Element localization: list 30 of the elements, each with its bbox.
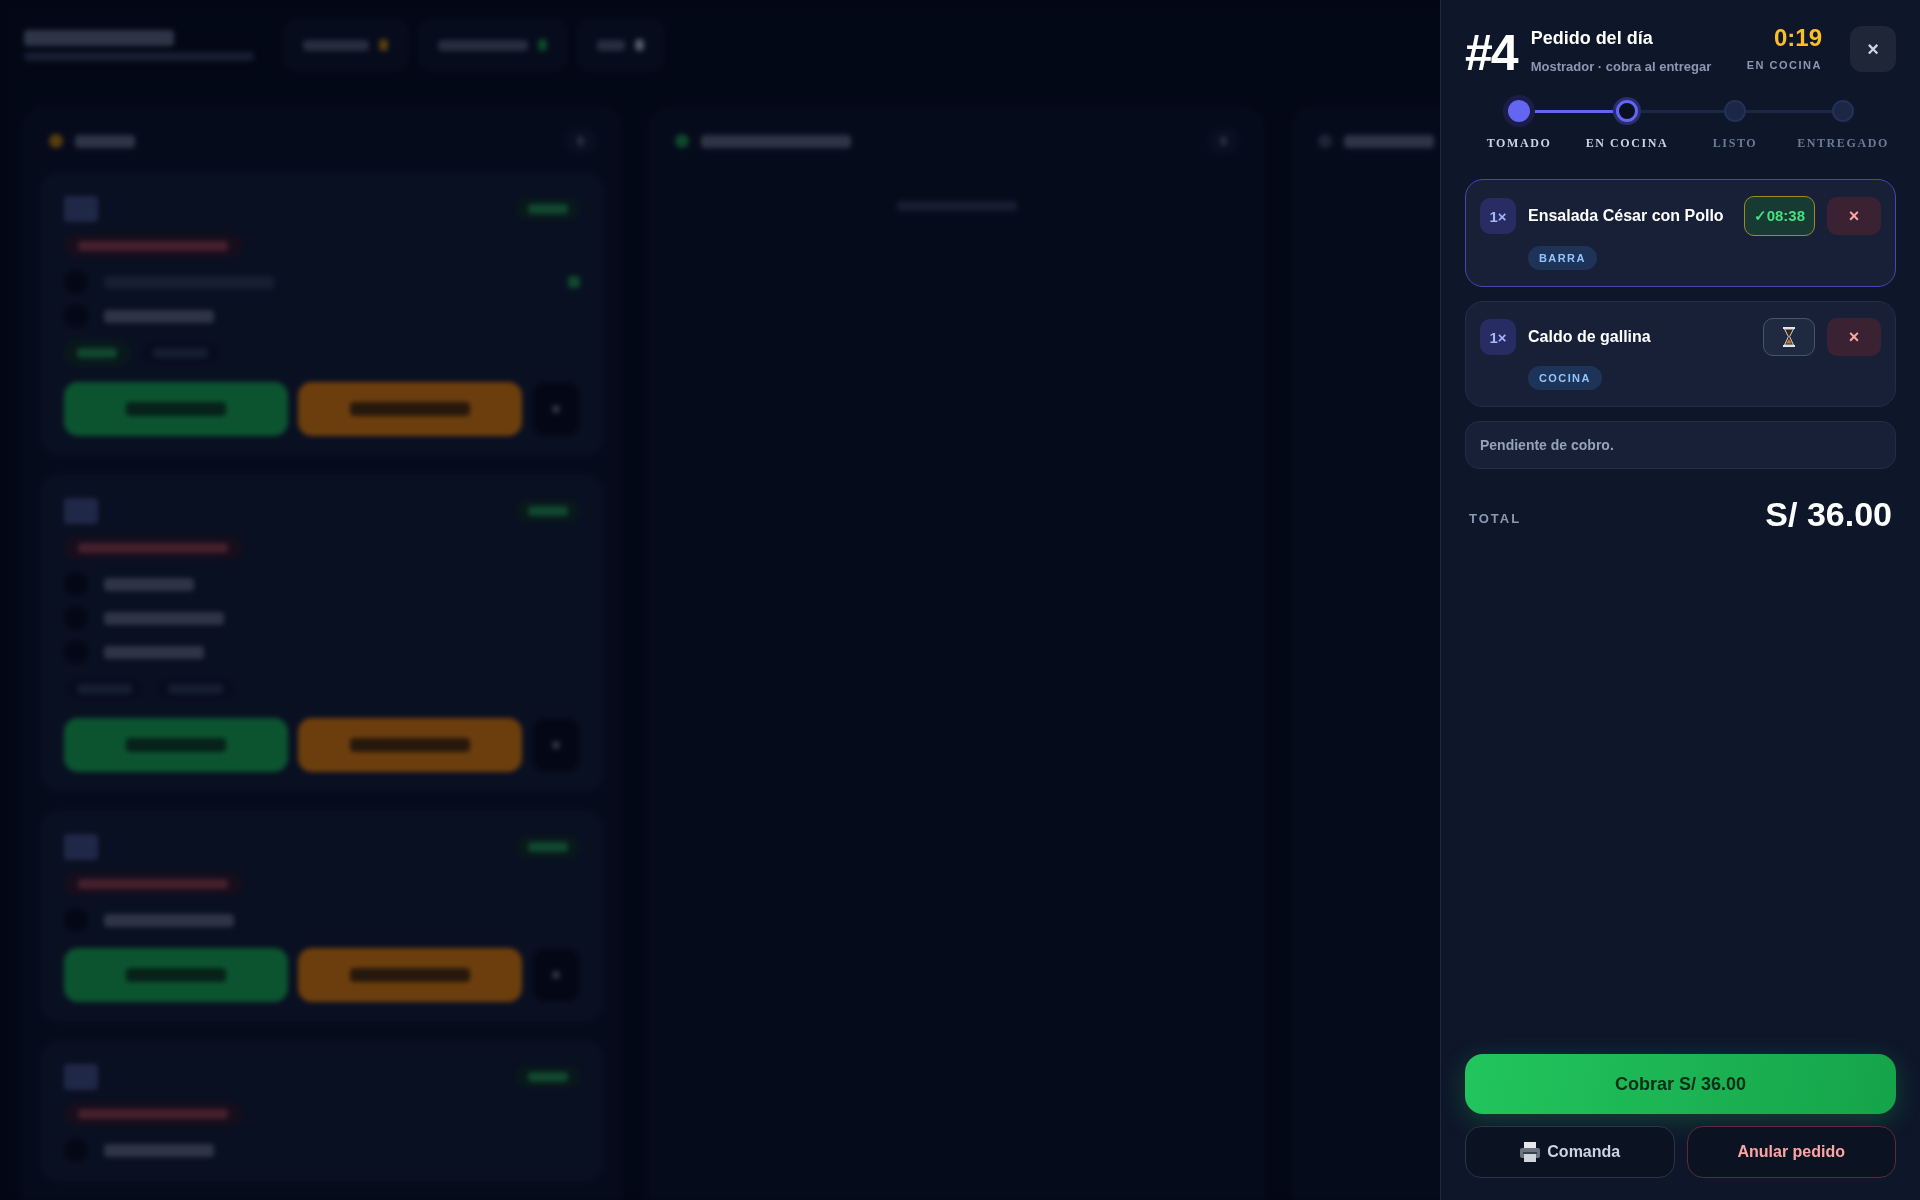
remove-button[interactable]: ×: [1827, 197, 1881, 235]
quantity-badge: 1×: [1480, 198, 1516, 234]
order-item-card[interactable]: 1× Caldo de gallina × COCINA: [1465, 301, 1896, 407]
print-button[interactable]: Comanda: [1465, 1126, 1675, 1178]
close-button[interactable]: ×: [1850, 26, 1896, 72]
order-item-name: Caldo de gallina: [1528, 328, 1652, 346]
remove-button[interactable]: ×: [1827, 318, 1881, 356]
step-label: ENTREGADO: [1797, 136, 1889, 151]
waiting-button[interactable]: [1763, 318, 1815, 356]
order-subtitle: Mostrador · cobra al entregar: [1530, 59, 1713, 74]
order-item-name: Ensalada César con Pollo: [1528, 207, 1725, 225]
order-item-card[interactable]: 1× Ensalada César con Pollo ✓08:38 × BARRA: [1465, 179, 1896, 287]
station-tag: BARRA: [1528, 246, 1597, 270]
charge-button[interactable]: Cobrar S/ 36.00: [1465, 1054, 1896, 1114]
prep-time-badge: ✓08:38: [1743, 196, 1815, 236]
step-label: TOMADO: [1486, 136, 1552, 151]
order-status: EN COCINA: [1746, 59, 1822, 71]
step-label: EN COCINA: [1585, 136, 1669, 151]
quantity-badge: 1×: [1480, 319, 1516, 355]
order-note: Pendiente de cobro.: [1465, 421, 1896, 469]
step-label: LISTO: [1712, 136, 1758, 151]
total-amount: S/ 36.00: [1765, 495, 1892, 534]
total-label: TOTAL: [1469, 511, 1522, 526]
elapsed-timer: 0:19: [1773, 26, 1822, 50]
order-title: Pedido del día: [1530, 28, 1654, 49]
hourglass-icon: [1781, 327, 1797, 347]
void-button[interactable]: Anular pedido: [1686, 1126, 1896, 1178]
station-tag: COCINA: [1528, 366, 1602, 390]
printer-icon: [1519, 1141, 1542, 1163]
order-number: #4: [1465, 28, 1517, 78]
